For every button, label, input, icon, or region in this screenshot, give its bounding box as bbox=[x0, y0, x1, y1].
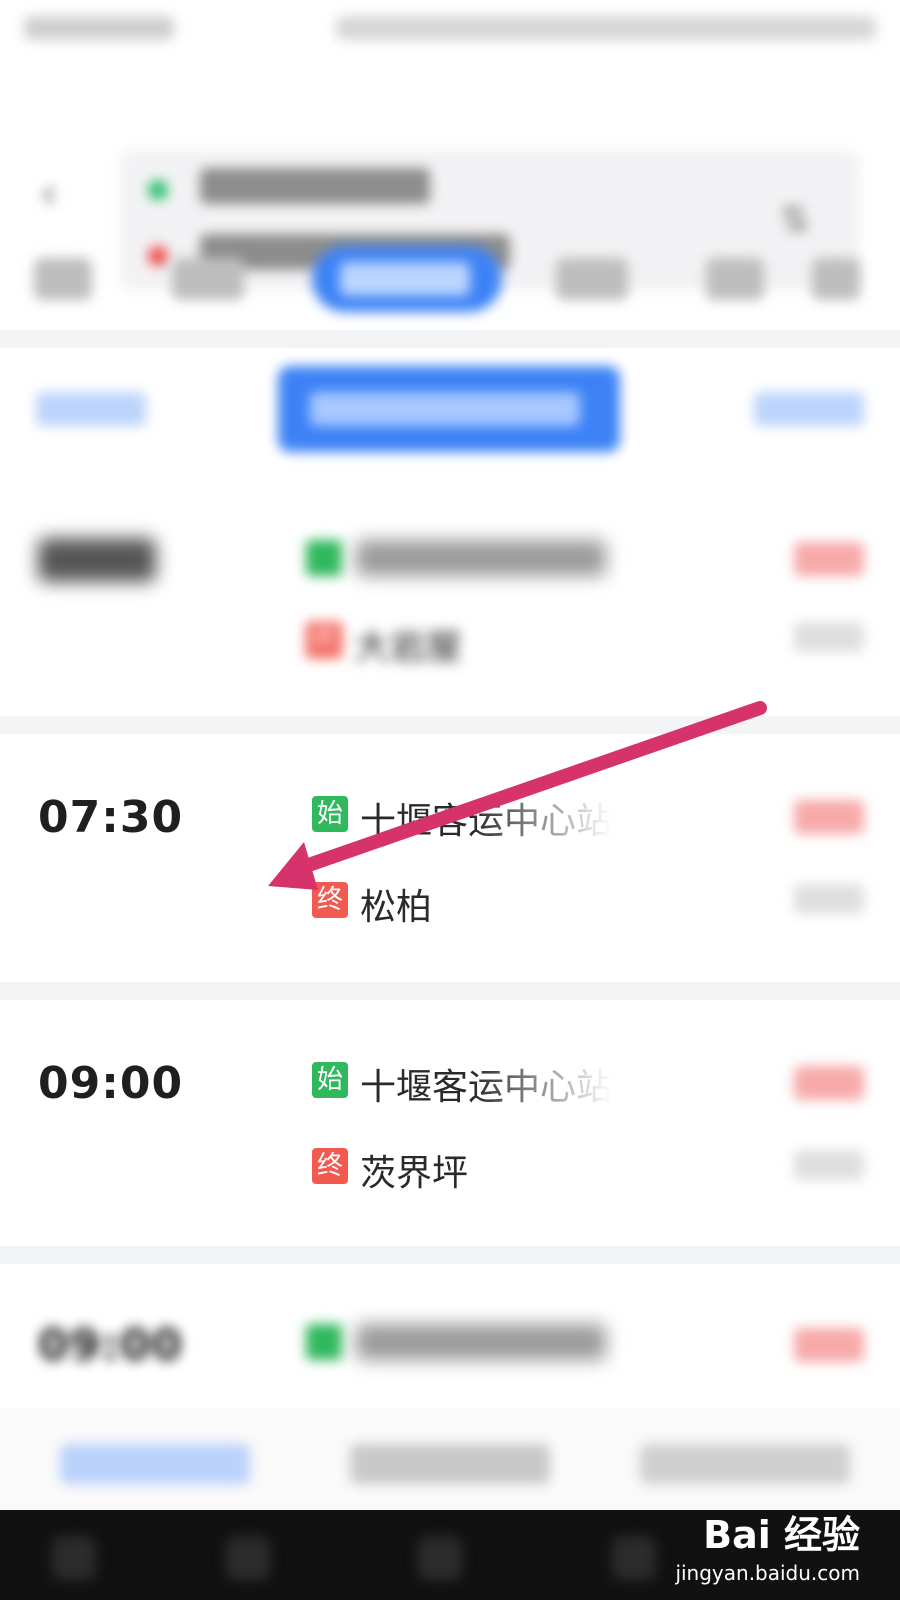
end-badge: 终 bbox=[306, 622, 342, 658]
route-header: ‹ ⇅ bbox=[0, 70, 900, 290]
origin-dot-icon bbox=[148, 180, 168, 200]
status-bar bbox=[0, 0, 900, 60]
start-stop bbox=[356, 540, 606, 576]
start-stop: 十堰客运中心站 bbox=[360, 1067, 613, 1108]
tab-2[interactable] bbox=[172, 258, 244, 300]
next-day-button[interactable] bbox=[754, 392, 864, 426]
divider bbox=[0, 330, 900, 348]
start-badge: 始 bbox=[312, 1062, 348, 1098]
end-badge: 终 bbox=[312, 882, 348, 918]
divider bbox=[0, 716, 900, 734]
tab-4[interactable] bbox=[556, 258, 628, 300]
date-picker-label bbox=[310, 392, 580, 426]
back-nav-icon[interactable] bbox=[226, 1536, 270, 1580]
trip-time: 09:00 bbox=[38, 1320, 184, 1371]
trip-time: 09:00 bbox=[38, 1058, 184, 1109]
start-badge bbox=[306, 1324, 342, 1360]
tab-1[interactable] bbox=[34, 258, 92, 300]
divider bbox=[0, 982, 900, 1000]
bottom-action-3[interactable] bbox=[640, 1444, 850, 1484]
ticket-price bbox=[794, 1328, 864, 1362]
divider bbox=[0, 1246, 900, 1264]
end-stop: 茨界坪 bbox=[360, 1153, 469, 1194]
trip-card[interactable]: 终 大岩屋 bbox=[0, 480, 900, 716]
tab-6[interactable] bbox=[812, 258, 860, 300]
seat-count bbox=[794, 1150, 864, 1180]
tab-active-label bbox=[340, 262, 470, 296]
trip-time: 07:30 bbox=[38, 792, 184, 843]
seat-count bbox=[794, 622, 864, 652]
home-icon[interactable] bbox=[418, 1536, 462, 1580]
watermark-logo: Bai 经验 bbox=[703, 1513, 860, 1557]
start-stop: 十堰客运中心站 bbox=[360, 801, 613, 842]
start-badge bbox=[306, 540, 342, 576]
ticket-price bbox=[794, 800, 864, 834]
menu-icon[interactable] bbox=[52, 1536, 96, 1580]
trip-time bbox=[38, 538, 156, 582]
start-stop bbox=[356, 1324, 606, 1360]
watermark: Bai 经验 jingyan.baidu.com bbox=[675, 1504, 860, 1585]
seat-count bbox=[794, 884, 864, 914]
previous-day-button[interactable] bbox=[36, 392, 146, 426]
back-icon[interactable]: ‹ bbox=[40, 168, 58, 219]
ticket-price bbox=[794, 1066, 864, 1100]
tab-5[interactable] bbox=[706, 258, 764, 300]
swap-icon[interactable]: ⇅ bbox=[780, 200, 810, 241]
recents-icon[interactable] bbox=[612, 1536, 656, 1580]
end-stop: 松柏 bbox=[360, 887, 433, 928]
start-badge: 始 bbox=[312, 796, 348, 832]
bottom-action-2[interactable] bbox=[350, 1444, 550, 1484]
end-stop: 大岩屋 bbox=[354, 627, 463, 668]
destination-dot-icon bbox=[148, 246, 168, 266]
status-icons bbox=[336, 16, 876, 40]
end-badge: 终 bbox=[312, 1148, 348, 1184]
trip-card[interactable]: 07:30 始 十堰客运中心站 终 松柏 bbox=[0, 734, 900, 982]
trip-card[interactable]: 09:00 始 十堰客运中心站 终 茨界坪 bbox=[0, 1000, 900, 1246]
bottom-action-1[interactable] bbox=[60, 1444, 250, 1484]
watermark-url: jingyan.baidu.com bbox=[675, 1561, 860, 1585]
origin-field[interactable] bbox=[200, 168, 430, 204]
carrier-text bbox=[24, 16, 174, 40]
trip-card[interactable]: 09:00 bbox=[0, 1264, 900, 1408]
ticket-price bbox=[794, 542, 864, 576]
